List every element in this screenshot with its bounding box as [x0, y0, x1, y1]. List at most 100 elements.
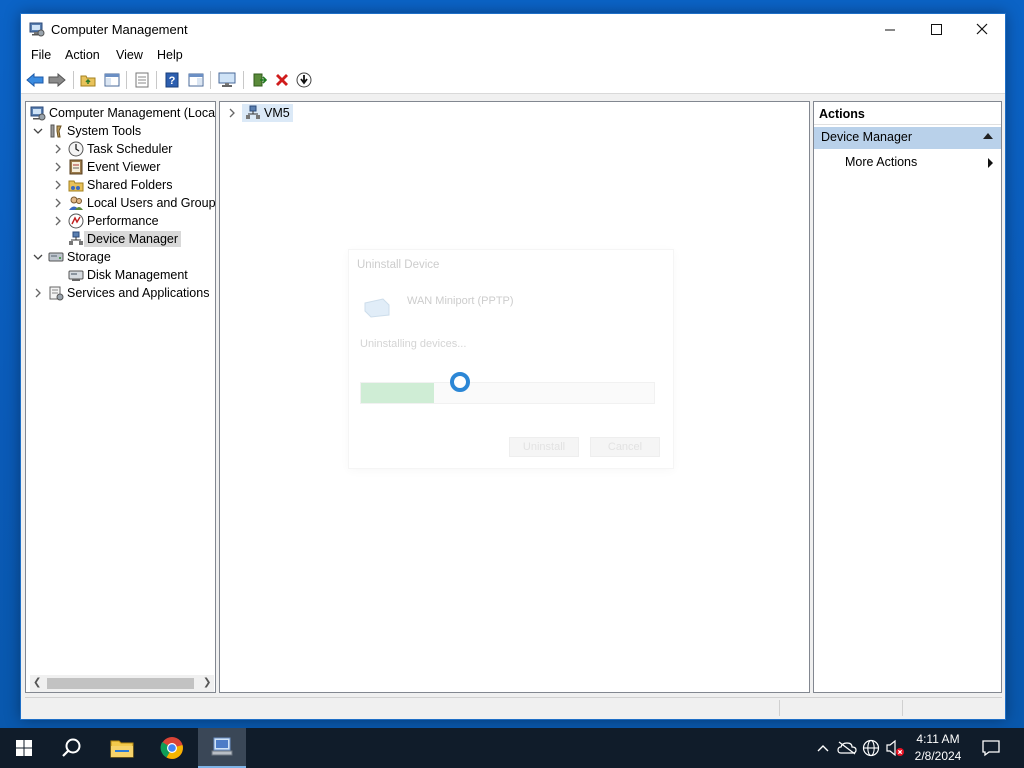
chevron-down-icon[interactable]	[32, 125, 44, 137]
tree-item-shared-folders[interactable]: Shared Folders	[52, 176, 172, 194]
actions-section-device-manager[interactable]: Device Manager	[814, 127, 1001, 149]
toolbar: ?	[21, 67, 1005, 94]
scroll-right-icon[interactable]: ❯	[203, 677, 211, 688]
menu-file[interactable]: File	[31, 48, 51, 62]
tree-item-event-viewer[interactable]: Event Viewer	[52, 158, 160, 176]
notifications-button[interactable]	[980, 728, 1002, 768]
scroll-thumb[interactable]	[47, 678, 194, 689]
device-tree-root-label: VM5	[264, 106, 290, 120]
close-button[interactable]	[959, 14, 1005, 44]
up-folder-icon[interactable]	[78, 70, 98, 90]
dialog-status: Uninstalling devices...	[360, 338, 467, 350]
properties-icon[interactable]	[132, 70, 152, 90]
uninstall-icon[interactable]	[272, 70, 292, 90]
busy-spinner-icon	[450, 372, 470, 392]
uninstall-button[interactable]: Uninstall	[509, 437, 579, 457]
tree-item-disk-management[interactable]: Disk Management	[68, 266, 188, 284]
computer-node-icon	[246, 105, 260, 119]
tree-label: Storage	[67, 250, 111, 264]
show-hidden-icons-button[interactable]	[813, 728, 833, 768]
title-bar[interactable]: Computer Management	[21, 14, 1005, 45]
chevron-right-icon[interactable]	[32, 287, 44, 299]
tree-item-services-apps[interactable]: Services and Applications	[32, 284, 209, 302]
uninstall-device-dialog: Uninstall Device WAN Miniport (PPTP) Uni…	[348, 249, 674, 469]
collapse-up-icon[interactable]	[983, 133, 993, 139]
scroll-left-icon[interactable]: ❮	[33, 677, 41, 688]
tree-item-task-scheduler[interactable]: Task Scheduler	[52, 140, 172, 158]
tree-label-selected: Device Manager	[84, 231, 182, 247]
help-icon[interactable]: ?	[162, 70, 182, 90]
cancel-button[interactable]: Cancel	[590, 437, 660, 457]
console-tree: Computer Management (Local System Tools …	[25, 101, 216, 693]
actions-section-label: Device Manager	[821, 130, 913, 144]
submenu-arrow-icon	[988, 158, 993, 168]
clock-icon	[68, 141, 84, 157]
monitor-icon[interactable]	[217, 70, 237, 90]
chevron-up-icon	[817, 745, 829, 752]
chevron-down-icon[interactable]	[32, 251, 44, 263]
windows-logo-icon	[16, 740, 32, 756]
shared-folder-icon	[68, 180, 84, 192]
chevron-right-icon[interactable]	[52, 197, 64, 209]
horizontal-scrollbar[interactable]: ❮ ❯	[30, 675, 214, 692]
tree-item-local-users-groups[interactable]: Local Users and Groups	[52, 194, 216, 212]
dialog-title: Uninstall Device	[357, 259, 440, 271]
menu-action[interactable]: Action	[65, 48, 100, 62]
menu-help[interactable]: Help	[157, 48, 183, 62]
clock[interactable]: 4:11 AM 2/8/2024	[906, 731, 970, 765]
download-icon[interactable]	[294, 70, 314, 90]
tree-item-device-manager[interactable]: Device Manager	[68, 230, 182, 248]
more-actions-item[interactable]: More Actions	[814, 152, 1001, 172]
forward-icon[interactable]	[47, 70, 67, 90]
chevron-right-icon[interactable]	[52, 215, 64, 227]
taskbar: 4:11 AM 2/8/2024	[0, 728, 1024, 768]
device-tree-root[interactable]: VM5	[226, 104, 293, 122]
chrome-icon	[160, 737, 183, 759]
actions-pane: Actions Device Manager More Actions	[813, 101, 1002, 693]
maximize-button[interactable]	[913, 14, 959, 44]
window-title: Computer Management	[51, 22, 188, 37]
svg-text:?: ?	[169, 75, 176, 87]
status-bar	[25, 697, 1002, 717]
tree-label: Disk Management	[87, 268, 188, 282]
network-adapter-icon	[364, 298, 390, 318]
chevron-right-icon[interactable]	[226, 107, 238, 119]
chevron-right-icon[interactable]	[52, 143, 64, 155]
show-hide-tree-icon[interactable]	[102, 70, 122, 90]
tree-label: Local Users and Groups	[87, 196, 216, 210]
back-icon[interactable]	[25, 70, 45, 90]
event-viewer-icon	[69, 159, 83, 175]
network-tray-button[interactable]	[860, 728, 882, 768]
cloud-off-icon	[837, 741, 857, 755]
clock-date: 2/8/2024	[914, 749, 962, 763]
tree-item-system-tools[interactable]: System Tools	[32, 122, 141, 140]
tree-item-storage[interactable]: Storage	[32, 248, 111, 266]
update-driver-icon[interactable]	[249, 70, 269, 90]
start-button[interactable]	[0, 728, 48, 768]
show-hide-action-icon[interactable]	[186, 70, 206, 90]
progress-fill	[361, 383, 435, 403]
file-explorer-button[interactable]	[98, 728, 146, 768]
tree-label: System Tools	[67, 124, 142, 138]
search-button[interactable]	[48, 728, 96, 768]
menu-view[interactable]: View	[116, 48, 143, 62]
device-tree-root-highlight: VM5	[242, 104, 293, 122]
progress-bar	[360, 382, 655, 404]
search-icon	[62, 738, 81, 757]
minimize-button[interactable]	[867, 14, 913, 44]
tree-root[interactable]: Computer Management (Local	[30, 104, 216, 122]
chevron-right-icon[interactable]	[52, 161, 64, 173]
actions-header: Actions	[814, 102, 1001, 125]
tree-item-performance[interactable]: Performance	[52, 212, 159, 230]
tree-label: Task Scheduler	[87, 142, 173, 156]
dialog-device-name: WAN Miniport (PPTP)	[407, 295, 514, 307]
onedrive-tray-button[interactable]	[836, 728, 858, 768]
menu-bar: File Action View Help	[21, 45, 1005, 67]
tree-root-label: Computer Management (Local	[49, 106, 216, 120]
disk-management-icon	[68, 270, 84, 281]
performance-icon	[68, 213, 84, 229]
chevron-right-icon[interactable]	[52, 179, 64, 191]
volume-tray-button[interactable]	[884, 728, 906, 768]
computer-management-taskbar-button[interactable]	[198, 728, 246, 768]
chrome-button[interactable]	[148, 728, 196, 768]
